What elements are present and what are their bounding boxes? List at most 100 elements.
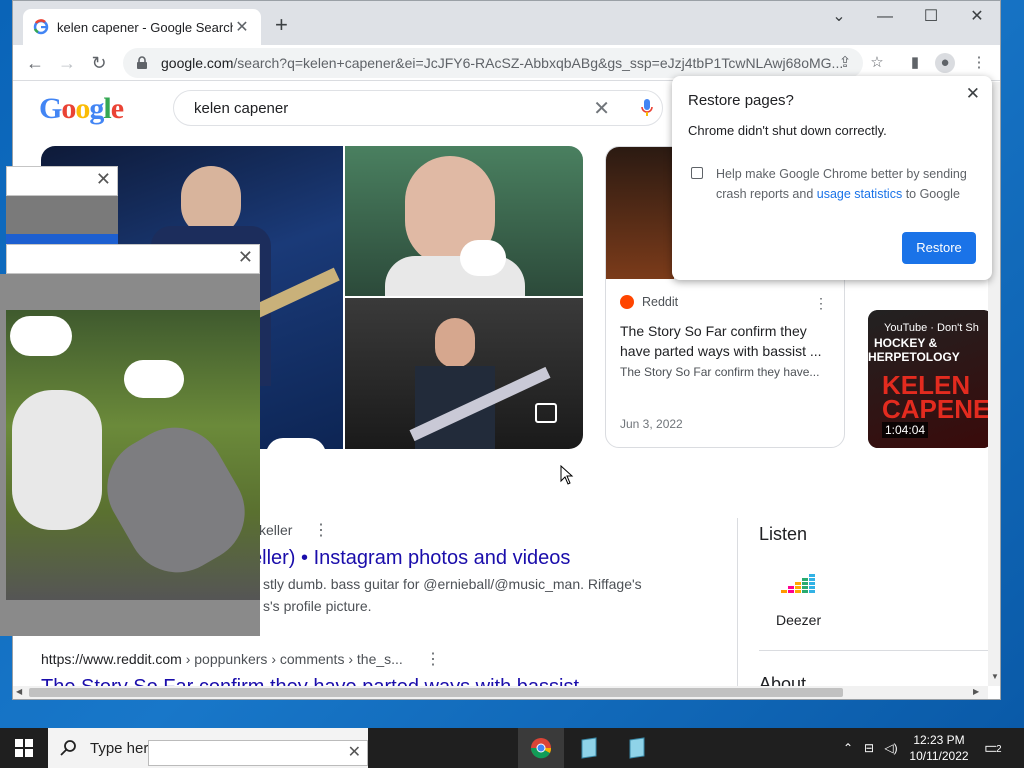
card-title[interactable]: The Story So Far confirm they have parte… xyxy=(620,321,830,361)
mouse-cursor-icon xyxy=(560,465,574,485)
notebook-icon xyxy=(581,737,597,759)
result2-url[interactable]: https://www.reddit.com › poppunkers › co… xyxy=(41,651,403,667)
tab-search-chevron-icon[interactable]: ⌄ xyxy=(819,5,859,29)
overlay-window-3[interactable]: ✕ xyxy=(148,740,368,766)
card-more-icon[interactable]: ⋮ xyxy=(814,295,828,312)
maximize-button[interactable]: ☐ xyxy=(911,5,951,29)
url-text: google.com/search?q=kelen+capener&ei=JcJ… xyxy=(161,55,863,71)
yt-overlay-text: YouTube · Don't Sh xyxy=(884,322,979,334)
start-button[interactable] xyxy=(0,728,48,768)
clock-date: 10/11/2022 xyxy=(909,749,969,763)
result2-title[interactable]: The Story So Far confirm they have parte… xyxy=(41,676,579,686)
result2-host: https://www.reddit.com xyxy=(41,651,182,667)
tiktok-thumbnail xyxy=(606,147,674,279)
tab-strip: kelen capener - Google Search ✕ + ⌄ — ☐ … xyxy=(13,1,1000,45)
side-panel-divider xyxy=(737,518,738,686)
checkbox-label: Help make Google Chrome better by sendin… xyxy=(716,164,976,204)
search-placeholder: Type her xyxy=(90,739,149,757)
chrome-menu-icon[interactable]: ⋮ xyxy=(969,53,989,73)
clock-time: 12:23 PM xyxy=(913,733,965,747)
tab-title: kelen capener - Google Search xyxy=(57,19,233,35)
back-button[interactable]: ← xyxy=(23,51,47,75)
close-dialog-icon[interactable]: ✕ xyxy=(966,84,980,104)
image-gallery-icon xyxy=(535,403,557,423)
volume-icon[interactable]: ◁) xyxy=(880,741,902,755)
result1-title[interactable]: eller) • Instagram photos and videos xyxy=(251,547,570,570)
search-box[interactable]: kelen capener ✕ xyxy=(173,90,663,126)
notebook-icon-2 xyxy=(629,737,645,759)
clock[interactable]: 12:23 PM 10/11/2022 xyxy=(908,732,970,764)
profile-avatar-icon[interactable]: ● xyxy=(935,53,955,73)
notification-center-icon[interactable]: ▭ 2 xyxy=(984,738,1006,758)
yt-duration: 1:04:04 xyxy=(882,422,929,438)
yt-line-1: HOCKEY & xyxy=(874,336,938,350)
google-favicon-icon xyxy=(33,19,49,35)
reddit-icon xyxy=(620,295,634,309)
search-query[interactable]: kelen capener xyxy=(194,100,593,117)
image-bass-guitar-player[interactable] xyxy=(345,298,583,449)
result1-snippet-1: stly dumb. bass guitar for @ernieball/@m… xyxy=(263,576,642,592)
clear-search-icon[interactable]: ✕ xyxy=(593,96,610,121)
taskbar-chrome[interactable] xyxy=(518,728,564,768)
result1-more-icon[interactable]: ⋮ xyxy=(313,520,329,540)
youtube-result-card[interactable]: YouTube · Don't Sh HOCKEY & HERPETOLOGY … xyxy=(868,310,988,448)
crash-report-checkbox[interactable] xyxy=(691,167,703,179)
goose-sprite xyxy=(460,240,506,276)
taskbar: Type her ✕ ⌃ ⊟ ◁) 12:23 PM 10/11/2022 ▭ … xyxy=(0,728,1024,768)
network-icon[interactable]: ⊟ xyxy=(858,741,880,755)
result2-path: › poppunkers › comments › the_s... xyxy=(181,651,403,667)
url-path: /search?q=kelen+capener&ei=JcJFY6-RAcSZ-… xyxy=(233,55,844,71)
overlay-window-1[interactable]: ✕ xyxy=(6,166,118,196)
deezer-label[interactable]: Deezer xyxy=(776,612,821,628)
forward-button[interactable]: → xyxy=(55,51,79,75)
overlay-window-1-body xyxy=(6,196,118,244)
taskbar-app-2[interactable] xyxy=(566,728,612,768)
dialog-message: Chrome didn't shut down correctly. xyxy=(688,123,887,138)
result1-snippet-2: s's profile picture. xyxy=(263,598,372,614)
microphone-icon[interactable] xyxy=(640,98,654,118)
share-icon[interactable]: ⇪ xyxy=(835,53,855,73)
result1-breadcrumb: keller xyxy=(259,522,293,538)
bookmark-star-icon[interactable]: ☆ xyxy=(867,53,887,73)
card-date: Jun 3, 2022 xyxy=(620,417,683,431)
restore-pages-dialog: Restore pages? ✕ Chrome didn't shut down… xyxy=(672,76,992,280)
goose-sprite xyxy=(266,438,326,472)
tray-icons: ⌃ ⊟ ◁) xyxy=(838,728,902,768)
overlay-close-icon-3[interactable]: ✕ xyxy=(348,742,361,762)
image-singer-closeup[interactable] xyxy=(345,146,583,296)
tab-google-search[interactable]: kelen capener - Google Search ✕ xyxy=(23,9,261,45)
usage-statistics-link[interactable]: usage statistics xyxy=(817,187,902,201)
chrome-icon xyxy=(531,738,552,759)
yt-line-2: HERPETOLOGY xyxy=(868,350,960,364)
about-heading: About xyxy=(759,674,807,686)
side-panel-icon[interactable]: ▮ xyxy=(905,53,925,73)
url-host: google.com xyxy=(161,55,234,71)
lock-icon xyxy=(137,56,147,69)
overlay-window-2[interactable]: ✕ xyxy=(6,244,260,274)
dialog-title: Restore pages? xyxy=(688,92,794,109)
overlay-close-icon-2[interactable]: ✕ xyxy=(238,247,253,268)
goose-sprite xyxy=(10,316,72,356)
search-icon xyxy=(60,740,76,756)
show-hidden-icons-icon[interactable]: ⌃ xyxy=(838,741,858,755)
address-bar[interactable]: google.com/search?q=kelen+capener&ei=JcJ… xyxy=(123,48,863,78)
result2-more-icon[interactable]: ⋮ xyxy=(425,649,441,669)
minimize-button[interactable]: — xyxy=(865,5,905,29)
close-window-button[interactable]: ✕ xyxy=(957,5,997,29)
taskbar-app-3[interactable] xyxy=(614,728,660,768)
hscroll-thumb[interactable] xyxy=(29,688,843,697)
restore-button[interactable]: Restore xyxy=(902,232,976,264)
new-tab-button[interactable]: + xyxy=(275,14,288,36)
close-tab-icon[interactable]: ✕ xyxy=(233,17,251,37)
checkbox-text-b: to Google xyxy=(902,187,960,201)
listen-heading: Listen xyxy=(759,524,808,544)
goose-sprite xyxy=(124,360,184,398)
windows-logo-icon xyxy=(15,739,33,757)
deezer-icon[interactable] xyxy=(781,572,815,599)
notification-count: 2 xyxy=(996,744,1002,755)
overlay-close-icon[interactable]: ✕ xyxy=(96,169,111,190)
reload-button[interactable]: ↻ xyxy=(87,51,111,75)
horizontal-scrollbar[interactable]: ◀ ▶ xyxy=(13,686,988,699)
yt-line-4: CAPENE xyxy=(882,394,988,424)
google-doodle-logo[interactable]: Google xyxy=(39,92,124,126)
